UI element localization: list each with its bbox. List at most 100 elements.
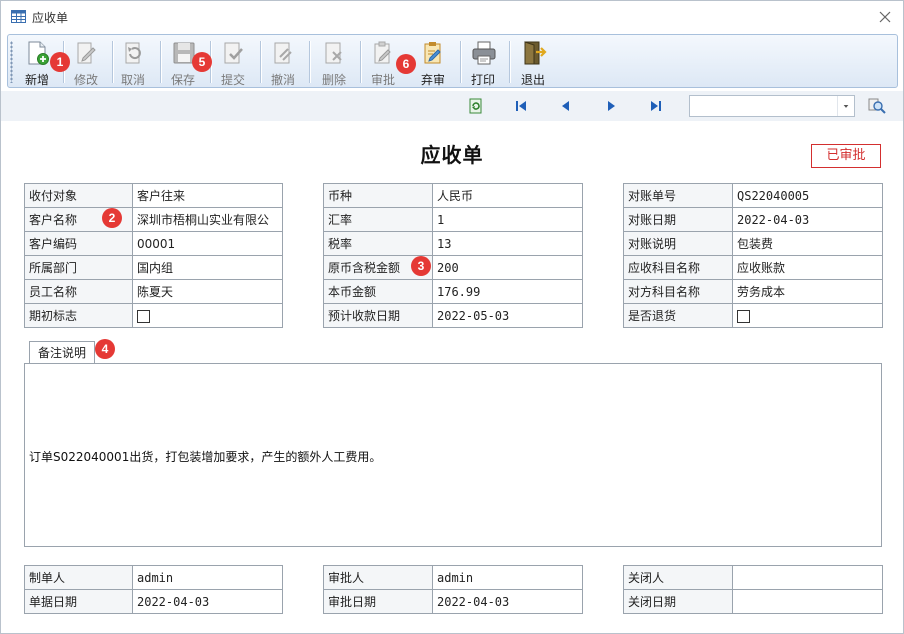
table-row: 对方科目名称 劳务成本 [623, 279, 883, 304]
field-label: 收付对象 [24, 183, 133, 208]
exit-door-icon [524, 41, 547, 65]
title-bar: 应收单 [1, 1, 903, 33]
field-label: 预计收款日期 [323, 303, 433, 328]
field-label: 应收科目名称 [623, 255, 733, 280]
field-label: 对账日期 [623, 207, 733, 232]
last-record-icon[interactable] [648, 98, 664, 114]
edit-button-label: 修改 [73, 73, 98, 87]
field-value[interactable]: 1 [432, 207, 583, 232]
field-label: 员工名称 [24, 279, 133, 304]
table-row: 制单人 admin [24, 565, 283, 590]
submit-button[interactable]: 提交 [209, 37, 257, 87]
revoke-button[interactable]: 撤消 [259, 37, 307, 87]
new-button-label: 新增 [24, 73, 49, 87]
print-button[interactable]: 打印 [459, 37, 507, 87]
field-value[interactable]: 深圳市梧桐山实业有限公 [132, 207, 283, 232]
chevron-down-icon[interactable] [837, 96, 854, 116]
edit-icon [77, 42, 96, 64]
field-value[interactable]: 人民币 [432, 183, 583, 208]
opening-flag-checkbox[interactable] [137, 309, 150, 323]
table-row: 关闭日期 [623, 589, 883, 614]
field-value[interactable]: 200 [432, 255, 583, 280]
table-row: 是否退货 [623, 303, 883, 328]
field-value[interactable]: QS22040005 [732, 183, 883, 208]
field-label: 汇率 [323, 207, 433, 232]
field-value[interactable]: 国内组 [132, 255, 283, 280]
first-record-icon[interactable] [513, 98, 529, 114]
table-row: 员工名称 陈夏天 [24, 279, 283, 304]
table-row: 税率 13 [323, 231, 583, 256]
cancel-button[interactable]: 取消 [109, 37, 157, 87]
unapprove-button-label: 弃审 [420, 73, 445, 87]
refresh-icon[interactable] [468, 98, 484, 114]
unapprove-icon [424, 42, 441, 64]
field-value[interactable]: 应收账款 [732, 255, 883, 280]
table-row: 客户编码 00001 [24, 231, 283, 256]
opening-flag-cell [132, 303, 283, 328]
field-value[interactable]: 2022-04-03 [732, 207, 883, 232]
revoke-button-label: 撤消 [270, 73, 295, 87]
field-label: 客户编码 [24, 231, 133, 256]
field-label: 关闭人 [623, 565, 733, 590]
table-row: 审批日期 2022-04-03 [323, 589, 583, 614]
field-label: 所属部门 [24, 255, 133, 280]
field-value: 2022-04-03 [132, 589, 283, 614]
field-value[interactable]: 客户往来 [132, 183, 283, 208]
delete-icon [325, 42, 342, 64]
table-row: 对账说明 包装费 [623, 231, 883, 256]
table-row: 本币金额 176.99 [323, 279, 583, 304]
approve-icon [374, 41, 391, 64]
table-row: 应收科目名称 应收账款 [623, 255, 883, 280]
submit-icon [224, 42, 243, 64]
marker-2: 2 [102, 208, 122, 228]
status-badge: 已审批 [811, 144, 881, 168]
table-row: 收付对象 客户往来 [24, 183, 283, 208]
field-value[interactable]: 劳务成本 [732, 279, 883, 304]
field-value[interactable]: 2022-05-03 [432, 303, 583, 328]
exit-button[interactable]: 退出 [509, 37, 557, 87]
amount-info-table: 币种 人民币 汇率 1 税率 13 原币含税金额 200 本币金额 176.99 预计收款… [323, 183, 583, 328]
print-button-label: 打印 [470, 73, 495, 87]
field-label: 本币金额 [323, 279, 433, 304]
page-title: 应收单 [420, 143, 484, 167]
unapprove-button[interactable]: 弃审 [409, 37, 457, 87]
field-value [732, 589, 883, 614]
field-label: 是否退货 [623, 303, 733, 328]
marker-1: 1 [50, 52, 70, 72]
field-value[interactable]: 176.99 [432, 279, 583, 304]
table-row: 关闭人 [623, 565, 883, 590]
marker-3: 3 [411, 256, 431, 276]
field-value[interactable]: 陈夏天 [132, 279, 283, 304]
printer-icon [472, 41, 496, 65]
table-row: 对账单号 QS22040005 [623, 183, 883, 208]
return-flag-checkbox[interactable] [737, 309, 750, 323]
tab-remarks[interactable]: 备注说明 [29, 341, 95, 364]
remarks-text: 订单S022040001出货，打包装增加要求，产生的额外人工费用。 [29, 450, 382, 464]
field-value[interactable]: 包装费 [732, 231, 883, 256]
field-label: 审批日期 [323, 589, 433, 614]
undo-icon [125, 42, 141, 64]
next-record-icon[interactable] [603, 98, 619, 114]
marker-4: 4 [95, 339, 115, 359]
search-combo[interactable] [689, 95, 855, 117]
field-value[interactable]: 00001 [132, 231, 283, 256]
previous-record-icon[interactable] [558, 98, 574, 114]
closer-table: 关闭人 关闭日期 [623, 565, 883, 614]
window-title: 应收单 [32, 11, 69, 25]
field-value: admin [432, 565, 583, 590]
new-document-icon [28, 41, 49, 65]
close-icon[interactable] [875, 7, 895, 27]
field-value[interactable]: 13 [432, 231, 583, 256]
remarks-textarea[interactable]: 订单S022040001出货，打包装增加要求，产生的额外人工费用。 [24, 363, 882, 547]
creator-table: 制单人 admin 单据日期 2022-04-03 [24, 565, 283, 614]
submit-button-label: 提交 [220, 73, 245, 87]
marker-5: 5 [192, 52, 212, 72]
field-label: 税率 [323, 231, 433, 256]
delete-button[interactable]: 删除 [310, 37, 358, 87]
search-icon[interactable] [868, 97, 886, 115]
table-row: 汇率 1 [323, 207, 583, 232]
field-value [732, 565, 883, 590]
table-row: 所属部门 国内组 [24, 255, 283, 280]
field-label: 对账说明 [623, 231, 733, 256]
field-label: 单据日期 [24, 589, 133, 614]
